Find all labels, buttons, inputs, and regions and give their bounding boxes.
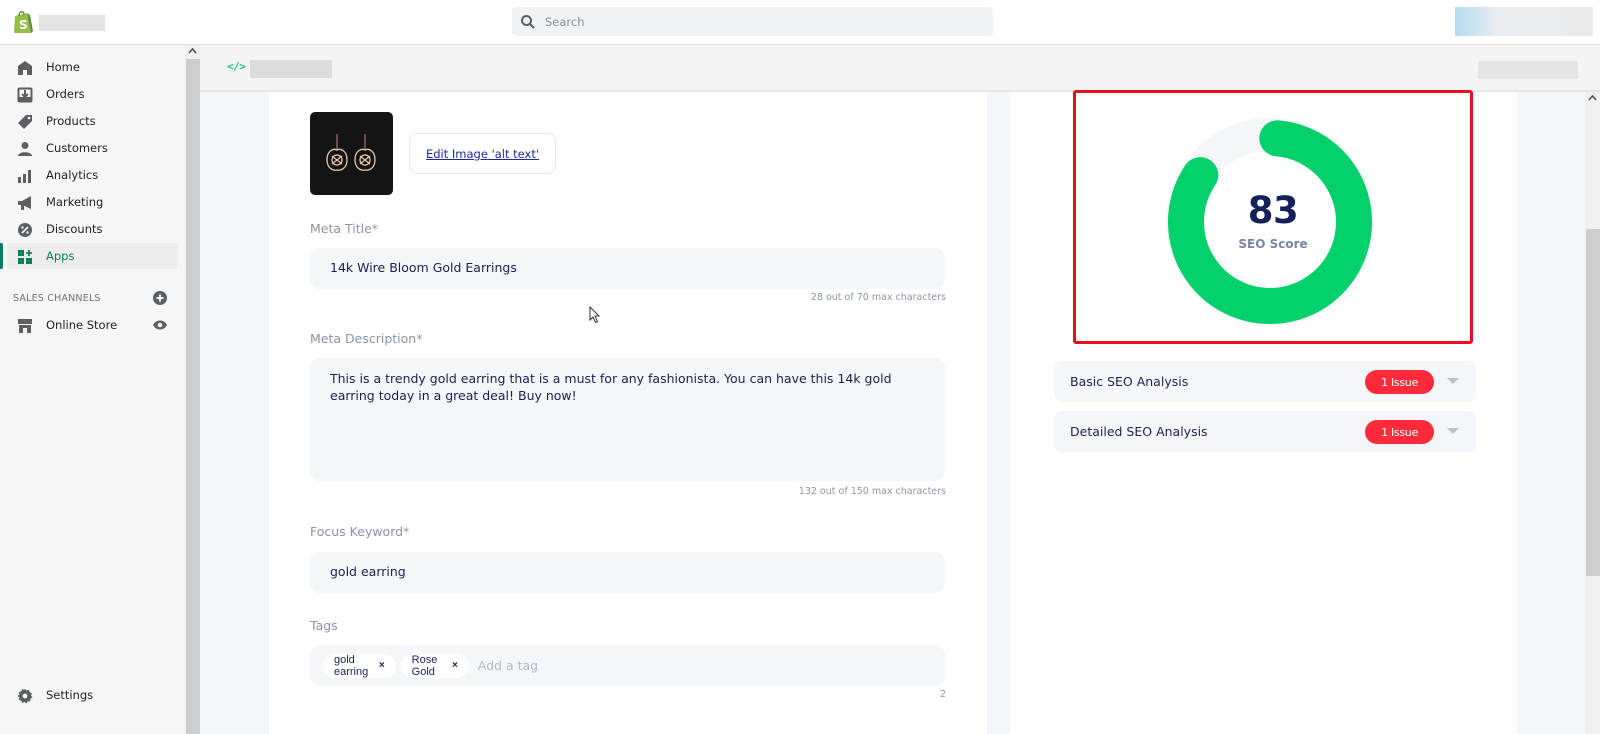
sidebar-item-label: Analytics — [46, 168, 99, 182]
sidebar-item-label: Discounts — [46, 222, 103, 236]
scroll-up-arrow-icon[interactable] — [188, 47, 197, 55]
sidebar-item-discounts[interactable]: Discounts — [0, 216, 178, 242]
issue-badge: 1 Issue — [1365, 420, 1434, 444]
sidebar: Home Orders Products Customers Analytics… — [0, 45, 185, 734]
tag-label: Rose Gold — [411, 653, 438, 678]
tag-chip: gold earring × — [323, 653, 396, 678]
seo-score-value: 83 — [1247, 189, 1299, 232]
store-icon — [16, 317, 33, 334]
meta-title-field[interactable] — [310, 248, 945, 289]
detailed-seo-analysis-row[interactable]: Detailed SEO Analysis 1 Issue — [1054, 411, 1476, 452]
shopify-logo-icon[interactable]: S — [12, 9, 34, 35]
active-indicator — [0, 243, 3, 269]
store-name-redacted — [39, 15, 105, 31]
remove-tag-icon[interactable]: × — [452, 660, 458, 671]
app-header: </> — [200, 45, 1600, 92]
add-sales-channel-icon[interactable] — [153, 291, 167, 305]
sidebar-item-label: Apps — [46, 249, 75, 263]
seo-score-highlight: 83 SEO Score — [1073, 90, 1473, 344]
svg-text:S: S — [19, 18, 28, 32]
top-bar: S — [0, 0, 1600, 45]
chevron-down-icon[interactable] — [1447, 428, 1459, 434]
search-icon — [521, 14, 535, 29]
meta-title-input[interactable] — [330, 260, 925, 275]
discount-icon — [16, 221, 33, 238]
earrings-image-icon — [326, 134, 376, 171]
meta-description-label: Meta Description* — [310, 331, 423, 346]
sidebar-scrollbar[interactable] — [185, 45, 200, 734]
app-action-redacted[interactable] — [1478, 61, 1578, 79]
person-icon — [16, 140, 33, 157]
bar-chart-icon — [16, 167, 33, 184]
megaphone-icon — [16, 194, 33, 211]
seo-score-label: SEO Score — [1238, 237, 1308, 251]
tag-chip: Rose Gold × — [400, 653, 469, 678]
tags-count: 2 — [939, 689, 946, 700]
tag-icon — [16, 113, 33, 130]
add-tag-input[interactable] — [477, 658, 932, 673]
sidebar-item-customers[interactable]: Customers — [0, 135, 178, 161]
scroll-up-arrow-icon[interactable] — [1588, 94, 1597, 102]
main-scrollbar[interactable] — [1585, 92, 1600, 734]
sidebar-item-orders[interactable]: Orders — [0, 81, 178, 107]
app-title-redacted — [250, 60, 332, 78]
meta-description-field[interactable]: This is a trendy gold earring that is a … — [310, 358, 945, 481]
remove-tag-icon[interactable]: × — [379, 660, 385, 671]
sidebar-scrollbar-thumb[interactable] — [186, 59, 200, 734]
meta-title-label: Meta Title* — [310, 221, 379, 236]
sidebar-item-products[interactable]: Products — [0, 108, 178, 134]
product-image — [310, 112, 393, 195]
view-store-eye-icon[interactable] — [152, 319, 168, 331]
focus-keyword-label: Focus Keyword* — [310, 524, 410, 539]
chevron-down-icon[interactable] — [1447, 378, 1459, 384]
orders-icon — [16, 86, 33, 103]
tag-label: gold earring — [334, 653, 369, 678]
sidebar-item-label: Marketing — [46, 195, 104, 209]
account-menu-redacted[interactable] — [1455, 7, 1593, 36]
sidebar-item-label: Home — [46, 60, 80, 74]
main-scrollbar-thumb[interactable] — [1586, 229, 1600, 576]
meta-description-textarea[interactable]: This is a trendy gold earring that is a … — [330, 370, 925, 470]
sidebar-item-label: Online Store — [46, 318, 118, 332]
tags-label: Tags — [310, 618, 338, 633]
focus-keyword-input[interactable] — [330, 564, 925, 579]
sidebar-item-label: Products — [46, 114, 96, 128]
tags-field[interactable]: gold earring × Rose Gold × — [310, 645, 945, 686]
sidebar-item-settings[interactable]: Settings — [0, 682, 178, 708]
sales-channels-title: SALES CHANNELS — [13, 293, 101, 304]
apps-icon — [16, 248, 33, 265]
mouse-cursor-icon — [589, 306, 601, 324]
meta-title-counter: 28 out of 70 max characters — [810, 292, 946, 303]
issue-badge: 1 Issue — [1365, 370, 1434, 394]
sidebar-item-label: Settings — [46, 688, 94, 702]
sidebar-item-analytics[interactable]: Analytics — [0, 162, 178, 188]
code-icon: </> — [227, 60, 246, 73]
sidebar-item-label: Customers — [46, 141, 108, 155]
sidebar-item-marketing[interactable]: Marketing — [0, 189, 178, 215]
analysis-label: Detailed SEO Analysis — [1070, 424, 1208, 439]
home-icon — [16, 59, 33, 76]
edit-alt-text-button[interactable]: Edit Image 'alt text' — [409, 133, 556, 174]
sidebar-item-apps[interactable]: Apps — [7, 243, 178, 269]
gear-icon — [16, 687, 33, 704]
basic-seo-analysis-row[interactable]: Basic SEO Analysis 1 Issue — [1054, 361, 1476, 402]
search-bar[interactable] — [512, 7, 993, 36]
search-input[interactable] — [545, 14, 965, 29]
sidebar-item-home[interactable]: Home — [0, 54, 178, 80]
edit-alt-text-link[interactable]: Edit Image 'alt text' — [426, 147, 539, 161]
sidebar-item-label: Orders — [46, 87, 85, 101]
meta-description-counter: 132 out of 150 max characters — [798, 486, 946, 497]
seo-form-card: Edit Image 'alt text' Meta Title* 28 out… — [269, 92, 987, 734]
analysis-label: Basic SEO Analysis — [1070, 374, 1189, 389]
focus-keyword-field[interactable] — [310, 552, 945, 593]
